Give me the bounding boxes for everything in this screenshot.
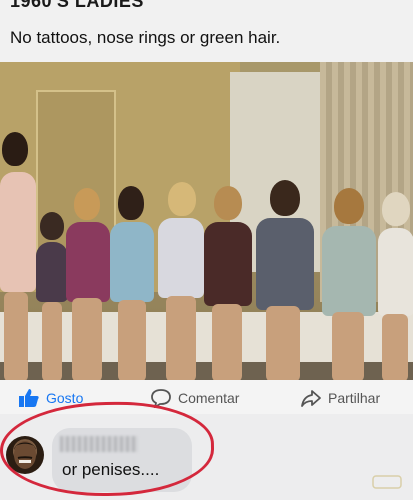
share-button[interactable]: Partilhar [300,388,380,408]
photo-woman [200,186,256,380]
photo-woman [0,132,40,380]
post-photo[interactable] [0,62,413,380]
photo-woman [318,188,380,380]
thumbs-up-icon [19,389,39,407]
comment-button[interactable]: Comentar [150,388,239,408]
post-caption: No tattoos, nose rings or green hair. [10,28,281,47]
watermark-icon [372,474,402,490]
post-text-area: 1960'S LADIES No tattoos, nose rings or … [0,0,413,62]
share-label: Partilhar [328,390,381,406]
comment-label: Comentar [178,390,240,406]
post-header-cropped: 1960'S LADIES [10,0,144,11]
share-arrow-icon [301,390,321,407]
photo-woman [64,188,114,380]
photo-woman [108,186,158,380]
photo-woman [374,192,413,380]
photo-woman [252,180,318,380]
